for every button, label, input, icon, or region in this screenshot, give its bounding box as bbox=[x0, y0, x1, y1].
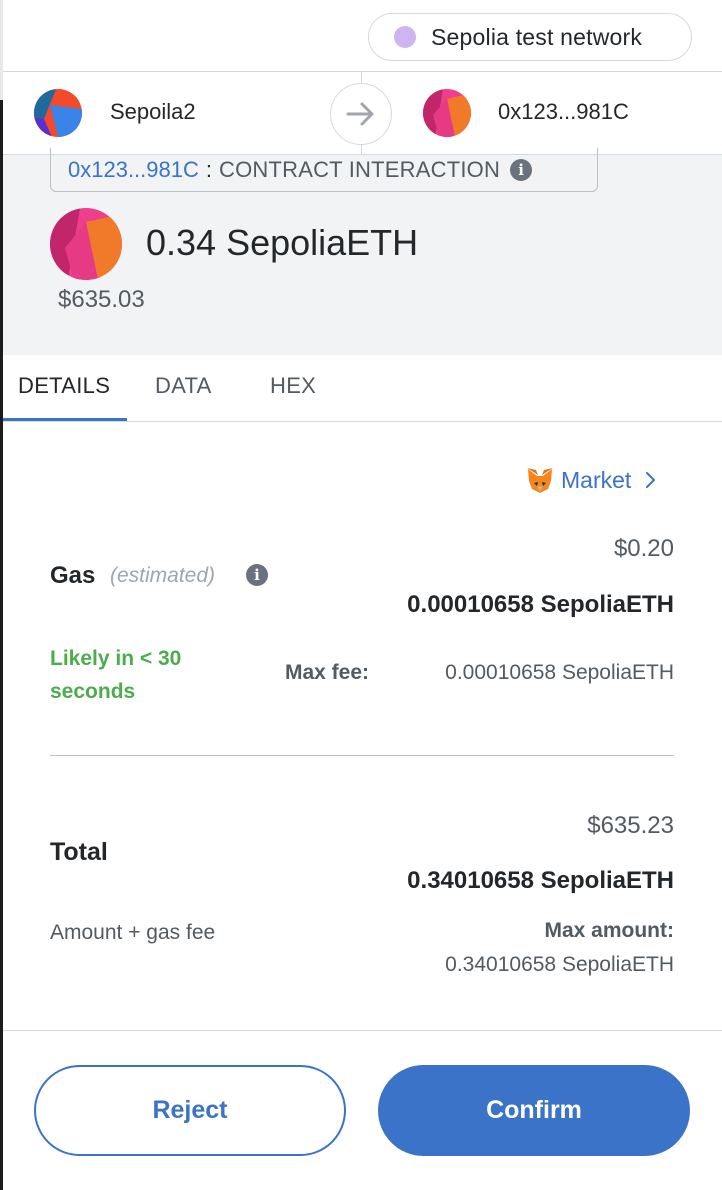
network-status-dot-icon bbox=[394, 26, 416, 48]
contract-address-link[interactable]: 0x123...981C bbox=[68, 157, 199, 183]
details-divider bbox=[50, 755, 674, 756]
gas-market-button[interactable]: Market bbox=[525, 465, 657, 495]
total-eth: 0.34010658 SepoliaETH bbox=[407, 867, 674, 894]
info-icon[interactable]: i bbox=[510, 158, 533, 181]
confirm-button[interactable]: Confirm bbox=[378, 1065, 690, 1156]
from-account-avatar bbox=[34, 89, 82, 137]
header-divider bbox=[3, 71, 722, 72]
gas-likely-time: Likely in < 30 seconds bbox=[50, 647, 182, 703]
asset-avatar bbox=[50, 208, 122, 280]
to-account-avatar bbox=[423, 89, 471, 137]
contract-separator: : bbox=[205, 156, 212, 182]
gas-fee-eth: 0.00010658 SepoliaETH bbox=[407, 591, 674, 618]
gas-label: Gas bbox=[50, 562, 96, 589]
transaction-amount: 0.34 SepoliaETH bbox=[146, 222, 419, 263]
arrow-connector-top bbox=[361, 72, 362, 83]
reject-button[interactable]: Reject bbox=[34, 1065, 346, 1156]
gas-info-icon[interactable]: i bbox=[246, 564, 268, 586]
to-account-address[interactable]: 0x123...981C bbox=[498, 99, 629, 125]
chevron-right-icon bbox=[646, 472, 656, 488]
tab-details[interactable]: DETAILS bbox=[18, 373, 110, 399]
gas-estimated-label: (estimated) bbox=[110, 564, 216, 587]
confirm-button-label: Confirm bbox=[486, 1096, 582, 1124]
network-label: Sepolia test network bbox=[431, 23, 643, 50]
gas-market-label: Market bbox=[561, 466, 632, 493]
max-amount-value: 0.34010658 SepoliaETH bbox=[445, 953, 674, 976]
transaction-amount-fiat: $635.03 bbox=[58, 286, 145, 313]
from-account-name: Sepoila2 bbox=[110, 99, 196, 124]
gas-fee-fiat: $0.20 bbox=[613, 535, 674, 562]
contract-interaction-banner: 0x123...981C : CONTRACT INTERACTION i bbox=[50, 148, 598, 192]
total-sublabel: Amount + gas fee bbox=[50, 921, 216, 944]
window-left-edge-top bbox=[0, 0, 3, 100]
total-label: Total bbox=[50, 838, 108, 866]
network-selector[interactable]: Sepolia test network bbox=[368, 13, 692, 61]
footer-divider bbox=[3, 1030, 722, 1031]
tabs-divider bbox=[3, 421, 722, 422]
tab-data[interactable]: DATA bbox=[155, 373, 212, 399]
max-fee-value: 0.00010658 SepoliaETH bbox=[445, 661, 674, 684]
tab-hex[interactable]: HEX bbox=[270, 373, 316, 399]
arrow-right-icon bbox=[346, 102, 374, 126]
reject-button-label: Reject bbox=[152, 1096, 228, 1124]
max-fee-label: Max fee: bbox=[285, 661, 370, 684]
confirm-transaction-window: Sepolia test network Sepoila2 0x123...98… bbox=[0, 0, 722, 1190]
transfer-arrow bbox=[330, 83, 392, 145]
total-fiat: $635.23 bbox=[587, 812, 674, 839]
contract-interaction-label: CONTRACT INTERACTION bbox=[219, 156, 501, 182]
metamask-fox-icon bbox=[527, 468, 553, 493]
max-amount-label: Max amount: bbox=[544, 919, 674, 942]
